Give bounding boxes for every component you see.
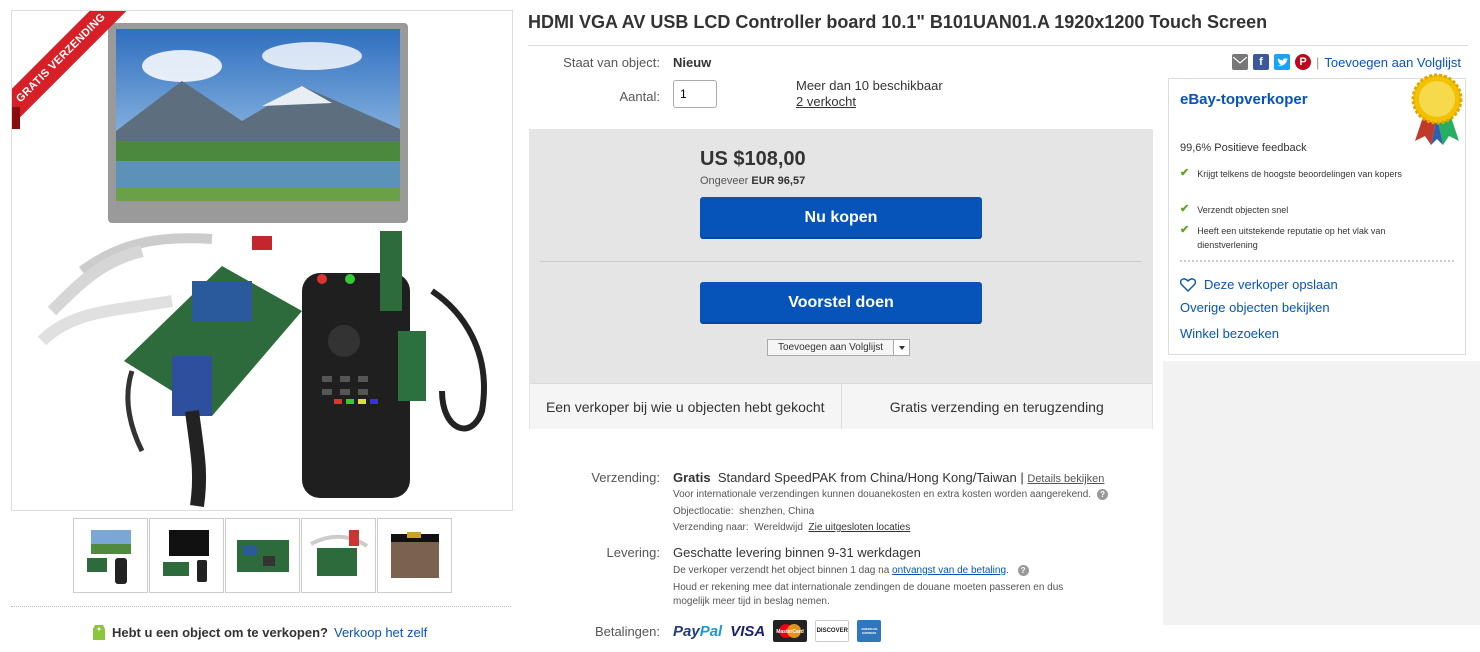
customs-note-text: Voor internationale verzendingen kunnen … [673,489,1092,501]
quantity-available: Meer dan 10 beschikbaar [796,78,943,93]
seller-history-note: Een verkoper bij wie u objecten hebt gek… [530,384,841,429]
buy-box: US $108,00 Ongeveer EUR 96,57 Nu kopen V… [529,129,1153,429]
ships-to-label: Verzending naar: [673,522,749,533]
mastercard-logo: MasterCard [773,620,808,642]
share-bar: f P | Toevoegen aan Volglijst [1232,54,1461,70]
ships-to: Verzending naar: Wereldwijd Zie uitgeslo… [673,522,910,533]
heart-icon [1180,277,1196,292]
delivery-label: Levering: [606,545,660,560]
seller-point-1: ✔ Krijgt telkens de hoogste beoordelingen… [1180,167,1402,179]
shipping-details-link[interactable]: Details bekijken [1027,473,1104,485]
ad-placeholder [1163,361,1480,625]
check-icon: ✔ [1180,203,1190,215]
main-product-image[interactable]: GRATIS VERZENDING [11,10,513,511]
gallery-divider [11,606,511,607]
top-rated-seller-badge: eBay-topverkoper [1180,91,1308,108]
discover-logo: DISCOVER [815,620,850,642]
intl-note-line-2: mogelijk meer tijd in beslag nemen. [673,596,830,607]
shipping-service: Standard SpeedPAK from China/Hong Kong/T… [717,470,1024,485]
thumbnail-4[interactable] [301,518,376,593]
thumbnail-3[interactable] [225,518,300,593]
facebook-icon[interactable]: f [1253,54,1269,70]
product-photo [37,23,487,507]
location-label: Objectlocatie: [673,506,734,517]
thumbnail-2[interactable] [149,518,224,593]
buy-box-divider [540,261,1142,262]
dispatch-text: De verkoper verzendt het object binnen 1… [673,565,890,577]
buy-info-strip: Een verkoper bij wie u objecten hebt gek… [530,383,1152,429]
seller-point-2: ✔ Verzendt objecten snel [1180,203,1289,215]
seller-divider [1180,260,1454,262]
intl-note-line-1: Houd er rekening mee dat internationale … [673,582,1064,593]
condition-label: Staat van object: [563,55,660,70]
seller-point-3: ✔ Heeft een uitstekende reputatie op het … [1180,224,1386,250]
location-value: shenzhen, China [739,506,815,517]
ribbon-fold [12,107,20,129]
approx-price: Ongeveer EUR 96,57 [700,175,805,187]
paypal-logo: PayPal [673,622,723,640]
excluded-locations-link[interactable]: Zie uitgesloten locaties [808,522,910,533]
check-icon: ✔ [1180,224,1190,236]
check-icon: ✔ [1180,167,1190,179]
share-separator: | [1316,54,1320,70]
dispatch-note: De verkoper verzendt het object binnen 1… [673,565,1029,576]
title-divider [528,45,1468,46]
ships-to-value: Wereldwijd [754,522,803,533]
sell-prompt: Hebt u een object om te verkopen? Verkoo… [92,623,427,641]
price-tag-icon [93,625,105,640]
free-shipping-returns-note: Gratis verzending en terugzending [840,384,1152,429]
email-icon[interactable] [1232,54,1248,70]
watchlist-button-label[interactable]: Toevoegen aan Volglijst [768,340,893,355]
approx-eur: EUR 96,57 [751,175,806,187]
quantity-input[interactable] [673,80,717,108]
svg-text:MasterCard: MasterCard [776,629,804,635]
quantity-label: Aantal: [619,89,660,104]
item-location: Objectlocatie: shenzhen, China [673,506,814,517]
visit-store-link[interactable]: Winkel bezoeken [1180,326,1279,341]
buy-now-button[interactable]: Nu kopen [700,197,982,239]
help-icon[interactable]: ? [1017,565,1029,576]
help-icon[interactable]: ? [1097,489,1109,500]
add-to-watchlist-link[interactable]: Toevoegen aan Volglijst [1324,55,1461,70]
payment-methods: PayPal VISA MasterCard DISCOVER AMERICAN… [673,620,882,642]
payments-label: Betalingen: [594,624,660,639]
customs-note: Voor internationale verzendingen kunnen … [673,489,1109,501]
award-medal-icon [1411,73,1463,145]
twitter-icon[interactable] [1274,54,1290,70]
condition-value: Nieuw [673,55,712,70]
amex-logo: AMERICAN EXPRESS [857,620,882,642]
positive-feedback: 99,6% Positieve feedback [1180,142,1307,154]
sell-it-link[interactable]: Verkoop het zelf [334,625,427,640]
seller-panel: eBay-topverkoper 99,6% Positieve feedbac… [1168,73,1466,355]
make-offer-button[interactable]: Voorstel doen [700,282,982,324]
listing-title: HDMI VGA AV USB LCD Controller board 10.… [528,12,1268,32]
sold-count-link[interactable]: 2 verkocht [796,94,856,109]
approx-prefix: Ongeveer [700,175,749,187]
thumbnail-1[interactable] [73,518,148,593]
pinterest-icon[interactable]: P [1295,54,1311,70]
price: US $108,00 [700,148,806,170]
thumbnail-strip [73,518,452,593]
sell-question: Hebt u een object om te verkopen? [112,624,328,640]
visa-logo: VISA [730,622,766,640]
shipping-line: Gratis Standard SpeedPAK from China/Hong… [673,470,1104,485]
payment-received-link[interactable]: ontvangst van de betaling [892,565,1006,576]
thumbnail-5[interactable] [377,518,452,593]
other-items-link[interactable]: Overige objecten bekijken [1180,300,1330,315]
chevron-down-icon[interactable] [893,340,910,355]
save-seller-link[interactable]: Deze verkoper opslaan [1180,277,1338,292]
shipping-price: Gratis [673,470,711,485]
add-to-watchlist-dropdown[interactable]: Toevoegen aan Volglijst [767,339,911,356]
delivery-estimate: Geschatte levering binnen 9-31 werkdagen [673,545,921,560]
shipping-label: Verzending: [591,470,660,485]
